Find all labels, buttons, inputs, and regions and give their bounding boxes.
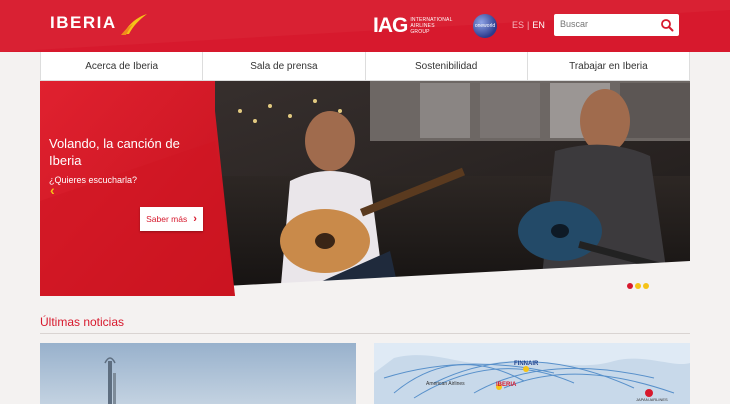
- main-nav: Acerca de Iberia Sala de prensa Sostenib…: [40, 52, 690, 81]
- finnair-label: FINNAIR: [514, 361, 539, 367]
- news-card-2-image: FINNAIR IBERIA American Airlines JAPAN A…: [374, 343, 690, 404]
- saber-mas-button[interactable]: Saber más ›: [140, 207, 203, 231]
- carousel-prev-icon[interactable]: ‹: [50, 182, 55, 198]
- iberia-label: IBERIA: [496, 382, 517, 388]
- saber-mas-label: Saber más: [146, 214, 188, 224]
- lang-en-link[interactable]: EN: [532, 20, 545, 30]
- hero-title: Volando, la canción de Iberia: [49, 136, 180, 168]
- carousel-dot-3[interactable]: [643, 283, 649, 289]
- nav-item-trabajar[interactable]: Trabajar en Iberia: [526, 52, 690, 80]
- news-card-1-image: [40, 343, 356, 404]
- chevron-right-icon: ›: [193, 213, 197, 225]
- hero-image[interactable]: [40, 81, 690, 296]
- news-card-2[interactable]: FINNAIR IBERIA American Airlines JAPAN A…: [374, 343, 690, 404]
- iag-logo[interactable]: IAG INTERNATIONAL AIRLINES GROUP: [373, 14, 453, 38]
- language-switcher: ES | EN: [512, 20, 545, 30]
- oneworld-logo[interactable]: oneworld: [473, 14, 497, 38]
- lang-es-link[interactable]: ES: [512, 20, 524, 30]
- american-airlines-label: American Airlines: [426, 381, 465, 387]
- news-section-title: Últimas noticias: [40, 315, 125, 329]
- site-header: IBERIA IAG INTERNATIONAL AIRLINES GROUP …: [0, 0, 730, 52]
- logo-wing-icon: [120, 14, 147, 35]
- hero-carousel: Volando, la canción de Iberia ¿Quieres e…: [40, 81, 690, 296]
- carousel-dots: [627, 283, 649, 289]
- carousel-dot-2[interactable]: [635, 283, 641, 289]
- search-input[interactable]: [560, 19, 655, 29]
- iag-subtitle: INTERNATIONAL AIRLINES GROUP: [410, 17, 453, 35]
- nav-item-acerca[interactable]: Acerca de Iberia: [40, 52, 202, 80]
- hero-subtitle[interactable]: ¿Quieres escucharla?: [49, 175, 137, 185]
- logo-text: IBERIA: [50, 13, 117, 32]
- news-divider: [40, 333, 690, 334]
- lang-separator: |: [527, 20, 530, 30]
- search-icon[interactable]: [660, 18, 674, 32]
- nav-item-sala-prensa[interactable]: Sala de prensa: [202, 52, 364, 80]
- iberia-logo[interactable]: IBERIA: [50, 12, 149, 36]
- carousel-dot-1[interactable]: [627, 283, 633, 289]
- nav-item-sostenibilidad[interactable]: Sostenibilidad: [364, 52, 527, 80]
- search-box: [554, 14, 679, 36]
- japan-airlines-label: JAPAN AIRLINES: [636, 397, 668, 402]
- news-card-1[interactable]: [40, 343, 356, 404]
- iag-mark: IAG: [373, 14, 408, 37]
